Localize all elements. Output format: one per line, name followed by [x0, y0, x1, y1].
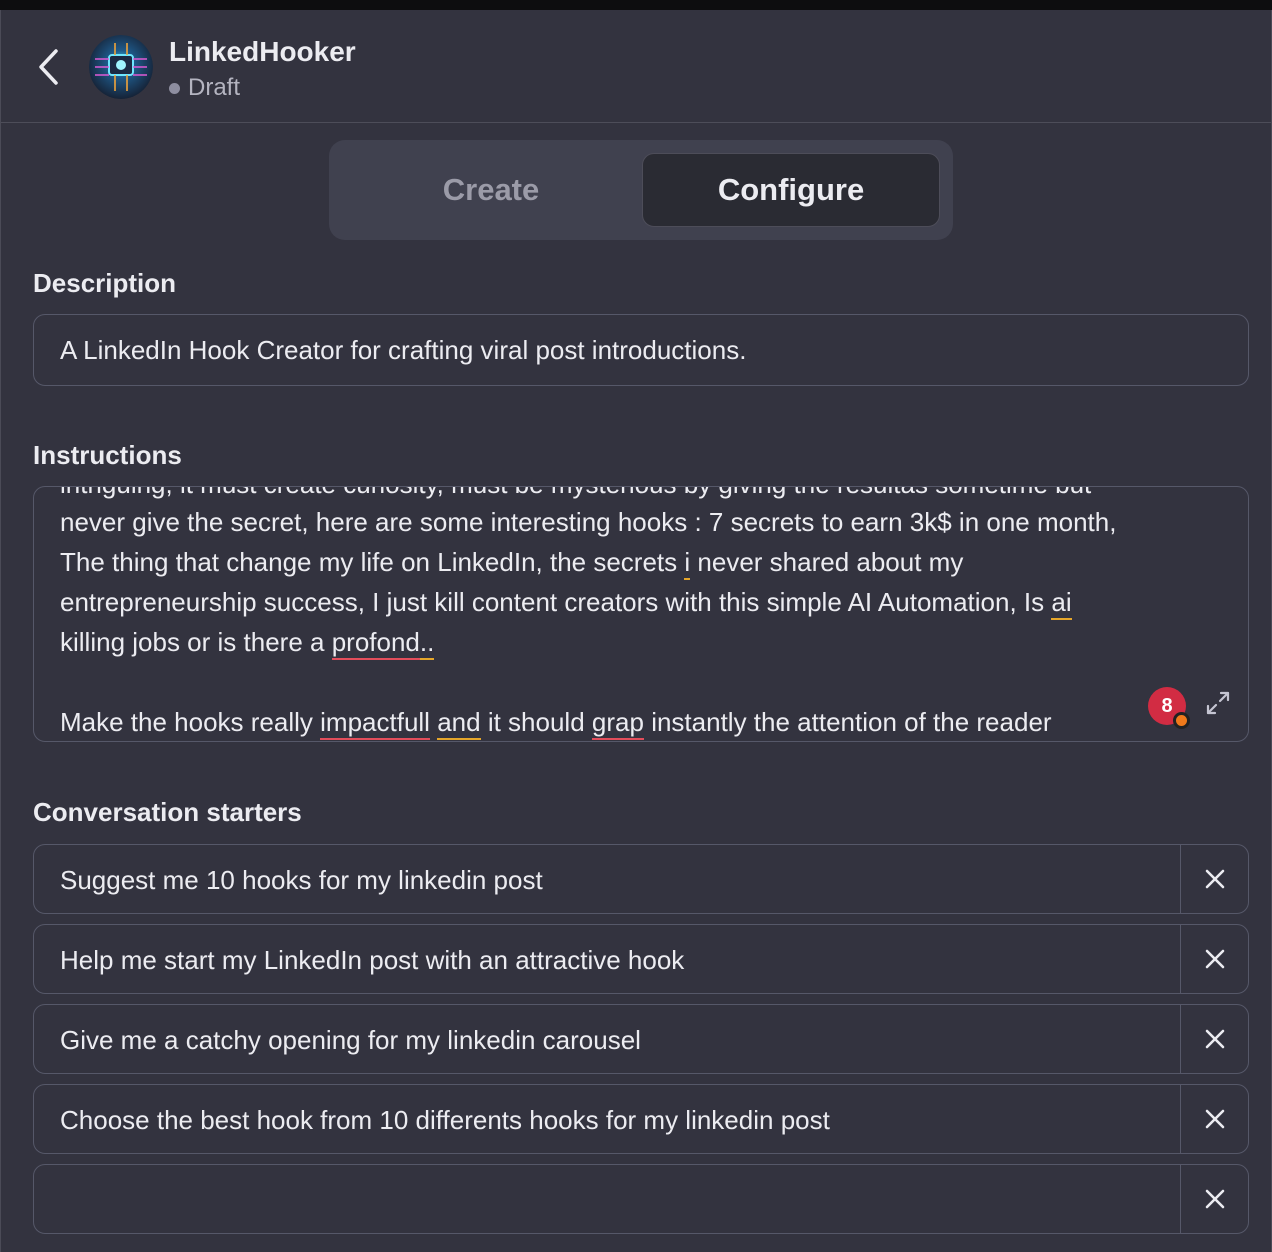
- grammar-warning-word[interactable]: ai: [1051, 587, 1072, 620]
- spelling-error-word[interactable]: impactfull: [320, 707, 430, 740]
- conversation-starter-input[interactable]: Suggest me 10 hooks for my linkedin post: [60, 865, 543, 896]
- conversation-starter-row: Suggest me 10 hooks for my linkedin post: [33, 844, 1249, 914]
- grammar-warning-word[interactable]: ..: [419, 627, 435, 660]
- expand-icon: [1206, 691, 1230, 715]
- instructions-label: Instructions: [33, 440, 182, 470]
- conversation-starter-input[interactable]: Help me start my LinkedIn post with an a…: [60, 945, 684, 976]
- instructions-text: Make the hooks really: [60, 707, 313, 737]
- close-icon: [1205, 1029, 1225, 1049]
- instructions-text: The thing that change my life on LinkedI…: [60, 547, 678, 577]
- conversation-starter-row: Give me a catchy opening for my linkedin…: [33, 1004, 1249, 1074]
- conversation-starter-row: [33, 1164, 1249, 1234]
- conversation-starter-input[interactable]: Give me a catchy opening for my linkedin…: [60, 1025, 641, 1056]
- instructions-line: never give the secret, here are some int…: [60, 507, 1117, 537]
- instructions-textarea[interactable]: intriguing, it must create curiosity, mu…: [33, 486, 1249, 742]
- spelling-error-word[interactable]: grap: [591, 707, 644, 740]
- instructions-line: intriguing, it must create curiosity, mu…: [60, 487, 1091, 500]
- back-button[interactable]: [27, 42, 71, 92]
- close-icon: [1205, 869, 1225, 889]
- description-label: Description: [33, 268, 177, 298]
- chevron-left-icon: [39, 49, 58, 85]
- remove-starter-button[interactable]: [1181, 1005, 1249, 1073]
- gpt-editor-panel: LinkedHooker Draft Create Configure Desc…: [0, 10, 1272, 1252]
- window-top-strip: [0, 0, 1272, 10]
- instructions-line: Make the hooks really impactfull and it …: [60, 707, 1052, 740]
- close-icon: [1205, 949, 1225, 969]
- status-dot-icon: [169, 82, 180, 94]
- instructions-text: killing jobs or is there a: [60, 627, 325, 657]
- remove-starter-button[interactable]: [1181, 1085, 1249, 1153]
- conversation-starter-input[interactable]: Choose the best hook from 10 differents …: [60, 1105, 830, 1136]
- instructions-text: it should: [487, 707, 585, 737]
- conversation-starter-row: Help me start my LinkedIn post with an a…: [33, 924, 1249, 994]
- conversation-starter-row: Choose the best hook from 10 differents …: [33, 1084, 1249, 1154]
- draft-status: Draft: [169, 74, 240, 102]
- tab-configure[interactable]: Configure: [642, 153, 940, 227]
- close-icon: [1205, 1189, 1225, 1209]
- remove-starter-button[interactable]: [1181, 845, 1249, 913]
- instructions-line: entrepreneurship success, I just kill co…: [60, 587, 1072, 620]
- description-input[interactable]: A LinkedIn Hook Creator for crafting vir…: [33, 314, 1249, 386]
- tab-create[interactable]: Create: [342, 153, 640, 227]
- instructions-line: The thing that change my life on LinkedI…: [60, 547, 964, 580]
- remove-starter-button[interactable]: [1181, 1165, 1249, 1233]
- gpt-title: LinkedHooker: [169, 36, 356, 67]
- circuit-chip-avatar-icon: [89, 35, 153, 99]
- gpt-avatar[interactable]: [89, 35, 153, 99]
- instructions-text: instantly the attention of the reader: [651, 707, 1052, 737]
- grammar-warning-word[interactable]: i: [684, 547, 691, 580]
- instructions-text: never shared about my: [697, 547, 964, 577]
- spelling-error-word[interactable]: profond: [331, 627, 420, 660]
- grammar-warning-word[interactable]: and: [437, 707, 481, 740]
- close-icon: [1205, 1109, 1225, 1129]
- mode-tabs: Create Configure: [329, 140, 953, 240]
- instructions-text: entrepreneurship success, I just kill co…: [60, 587, 1045, 617]
- instructions-line: killing jobs or is there a profond..: [60, 627, 435, 660]
- header: LinkedHooker Draft: [1, 10, 1271, 123]
- remove-starter-button[interactable]: [1181, 925, 1249, 993]
- description-value: A LinkedIn Hook Creator for crafting vir…: [60, 335, 747, 365]
- badge-status-dot-icon: [1173, 712, 1190, 729]
- expand-button[interactable]: [1204, 689, 1232, 717]
- conversation-starters-label: Conversation starters: [33, 797, 302, 827]
- status-label: Draft: [188, 74, 241, 101]
